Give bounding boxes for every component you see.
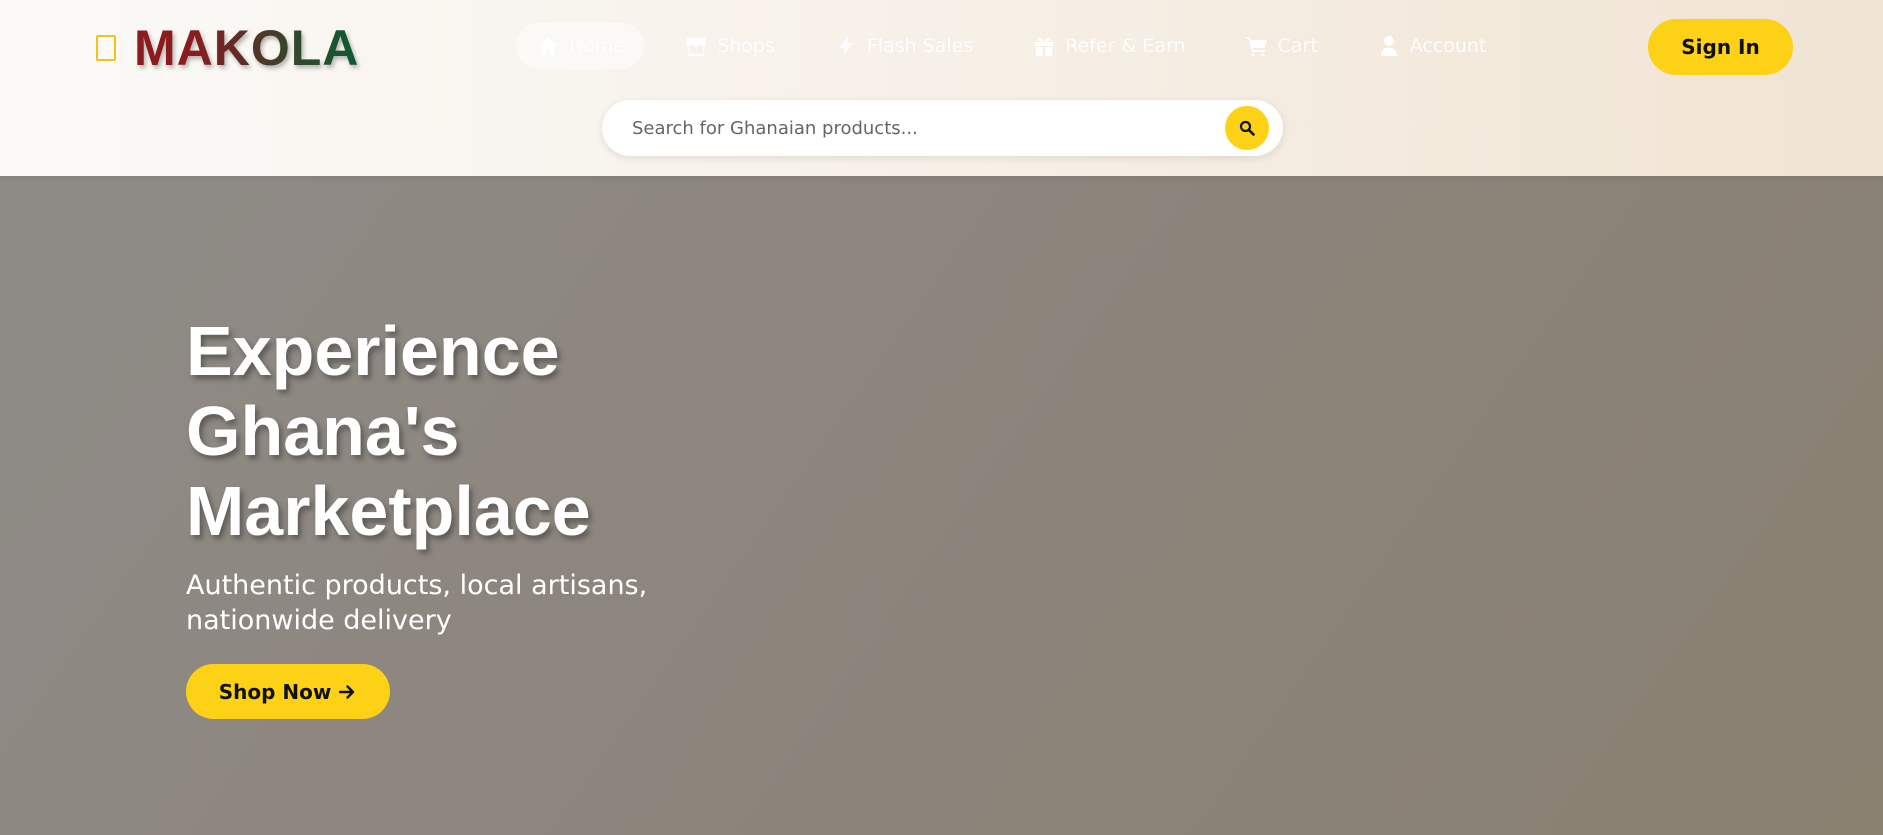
nav-item-label: Account [1409, 35, 1487, 57]
store-icon [683, 33, 709, 59]
hero-title-line: Experience [186, 312, 560, 390]
main-nav: Home Shops Flash Sales Refer & Earn Cart [516, 22, 1505, 70]
nav-item-home[interactable]: Home [516, 23, 645, 69]
nav-item-cart[interactable]: Cart [1225, 23, 1337, 69]
bolt-icon [833, 33, 859, 59]
nav-item-refer-earn[interactable]: Refer & Earn [1012, 23, 1204, 69]
nav-item-label: Home [569, 35, 626, 57]
site-header: MAKOLA Home Shops Flash Sales Refer & Ea… [0, 0, 1883, 176]
search-bar [602, 100, 1283, 156]
cart-icon [1244, 33, 1270, 59]
home-icon [535, 33, 561, 59]
brand-name: MAKOLA [134, 20, 360, 76]
nav-item-account[interactable]: Account [1357, 23, 1506, 69]
sign-in-button[interactable]: Sign In [1648, 19, 1793, 75]
shop-now-button[interactable]: Shop Now [186, 664, 390, 719]
hero-subtitle: Authentic products, local artisans, nati… [186, 570, 648, 636]
nav-item-label: Flash Sales [866, 35, 974, 57]
hero-banner: Experience Ghana's Marketplace Authentic… [0, 176, 1883, 835]
arrow-right-icon [339, 684, 355, 699]
nav-item-shops[interactable]: Shops [664, 23, 794, 69]
shop-now-label: Shop Now [218, 679, 332, 704]
logo[interactable]: MAKOLA [96, 22, 359, 74]
hero-title-line: Ghana's [186, 392, 460, 470]
nav-item-label: Shops [717, 35, 775, 57]
search-input[interactable] [632, 117, 1192, 139]
logo-icon [96, 35, 116, 61]
hero-title: Experience Ghana's Marketplace [186, 311, 786, 551]
user-icon [1376, 33, 1402, 59]
nav-item-label: Cart [1277, 35, 1318, 57]
search-button[interactable] [1225, 106, 1269, 150]
gift-icon [1031, 33, 1057, 59]
nav-item-label: Refer & Earn [1065, 35, 1186, 57]
search-icon [1239, 120, 1255, 136]
hero-title-line: Marketplace [186, 472, 591, 550]
nav-item-flash-sales[interactable]: Flash Sales [814, 23, 992, 69]
